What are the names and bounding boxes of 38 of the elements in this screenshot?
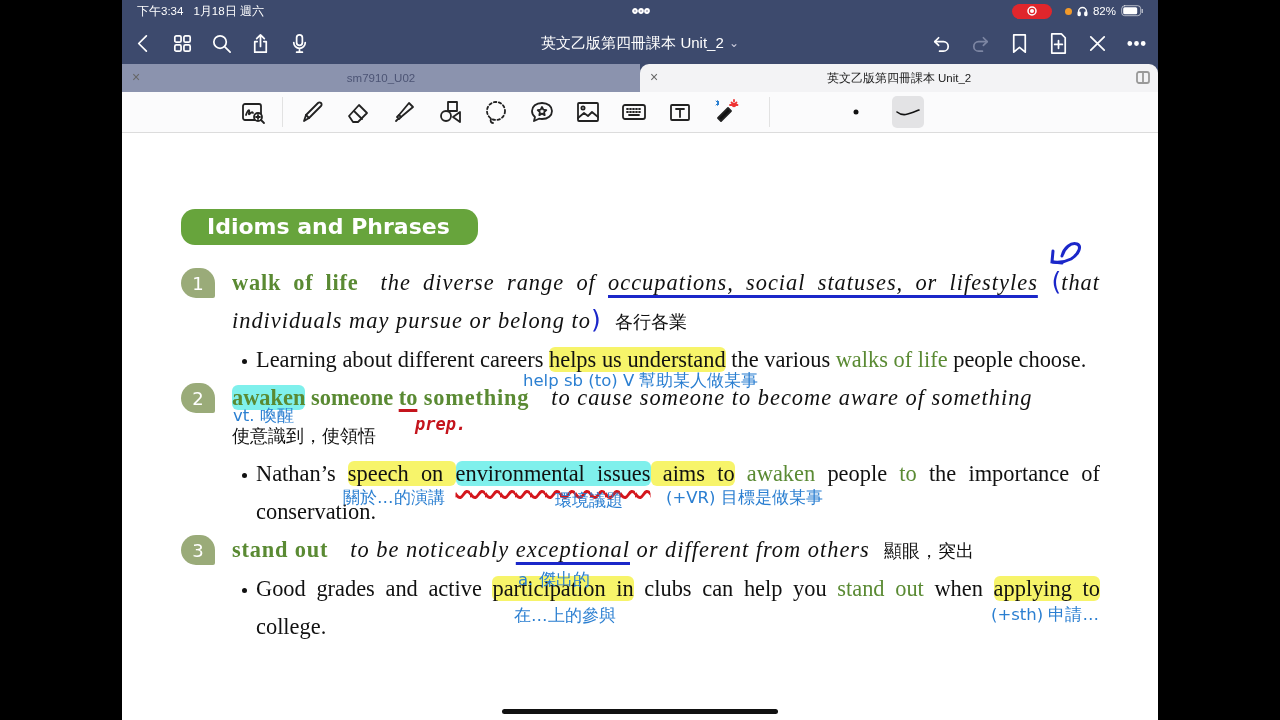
example-sentence: Learning about different careers helps us understand the various walks of life people choose. — [256, 346, 1088, 372]
stroke-style-button[interactable] — [892, 96, 924, 128]
curved-arrow-mark — [1050, 242, 1081, 265]
dot-icon — [853, 109, 859, 115]
shapes-icon[interactable] — [437, 99, 463, 125]
number-badge: 2 — [181, 383, 215, 413]
multitask-dots-icon[interactable] — [631, 8, 650, 14]
document-tab[interactable]: 英文乙版第四冊課本 Unit_2 × — [640, 64, 1158, 92]
number-badge: 1 — [181, 268, 215, 298]
number-badge: 3 — [181, 535, 215, 565]
section-heading: Idioms and Phrases — [181, 209, 478, 245]
idiom-entry: stand out to be noticeably exceptional or different from others 顯眼，突出 — [232, 536, 975, 564]
battery-icon — [1121, 5, 1144, 17]
battery-percent: 82% — [1092, 5, 1116, 17]
handwritten-note: 關於…的演講 — [343, 488, 445, 507]
document-title[interactable]: 英文乙版第四冊課本 Unit_2 ⌄ — [541, 33, 739, 53]
handwritten-note: 環境議題 — [555, 491, 623, 511]
handwritten-note: prep. — [415, 414, 467, 434]
sticker-icon[interactable] — [529, 99, 555, 125]
image-icon[interactable] — [575, 99, 601, 125]
headphones-icon — [1076, 5, 1088, 17]
curve-icon — [896, 107, 920, 117]
close-tab-button[interactable]: × — [650, 69, 659, 85]
indicator-dot — [1064, 7, 1072, 15]
handwritten-note: vt. 喚醒 — [233, 406, 294, 426]
split-view-icon[interactable] — [1136, 71, 1150, 84]
bullet-icon — [242, 473, 247, 478]
status-date: 1月18日 週六 — [193, 3, 264, 19]
handwritten-note: 在…上的參與 — [514, 606, 616, 626]
status-time: 下午3:34 — [137, 3, 184, 19]
recording-indicator[interactable] — [1011, 3, 1052, 19]
handwritten-note: (+sth) 申請… — [991, 605, 1099, 625]
bullet-icon — [242, 588, 247, 593]
bullet-icon — [242, 359, 247, 364]
idiom-entry: walk of life the diverse range of occupations, social statuses, or lifestyles (that individuals may pursue or belong to) 各行各業 — [232, 266, 1100, 336]
laser-pointer-icon[interactable] — [713, 99, 739, 125]
handwritten-note: (+VR) 目標是做某事 — [666, 488, 823, 508]
lasso-icon[interactable] — [483, 99, 509, 125]
